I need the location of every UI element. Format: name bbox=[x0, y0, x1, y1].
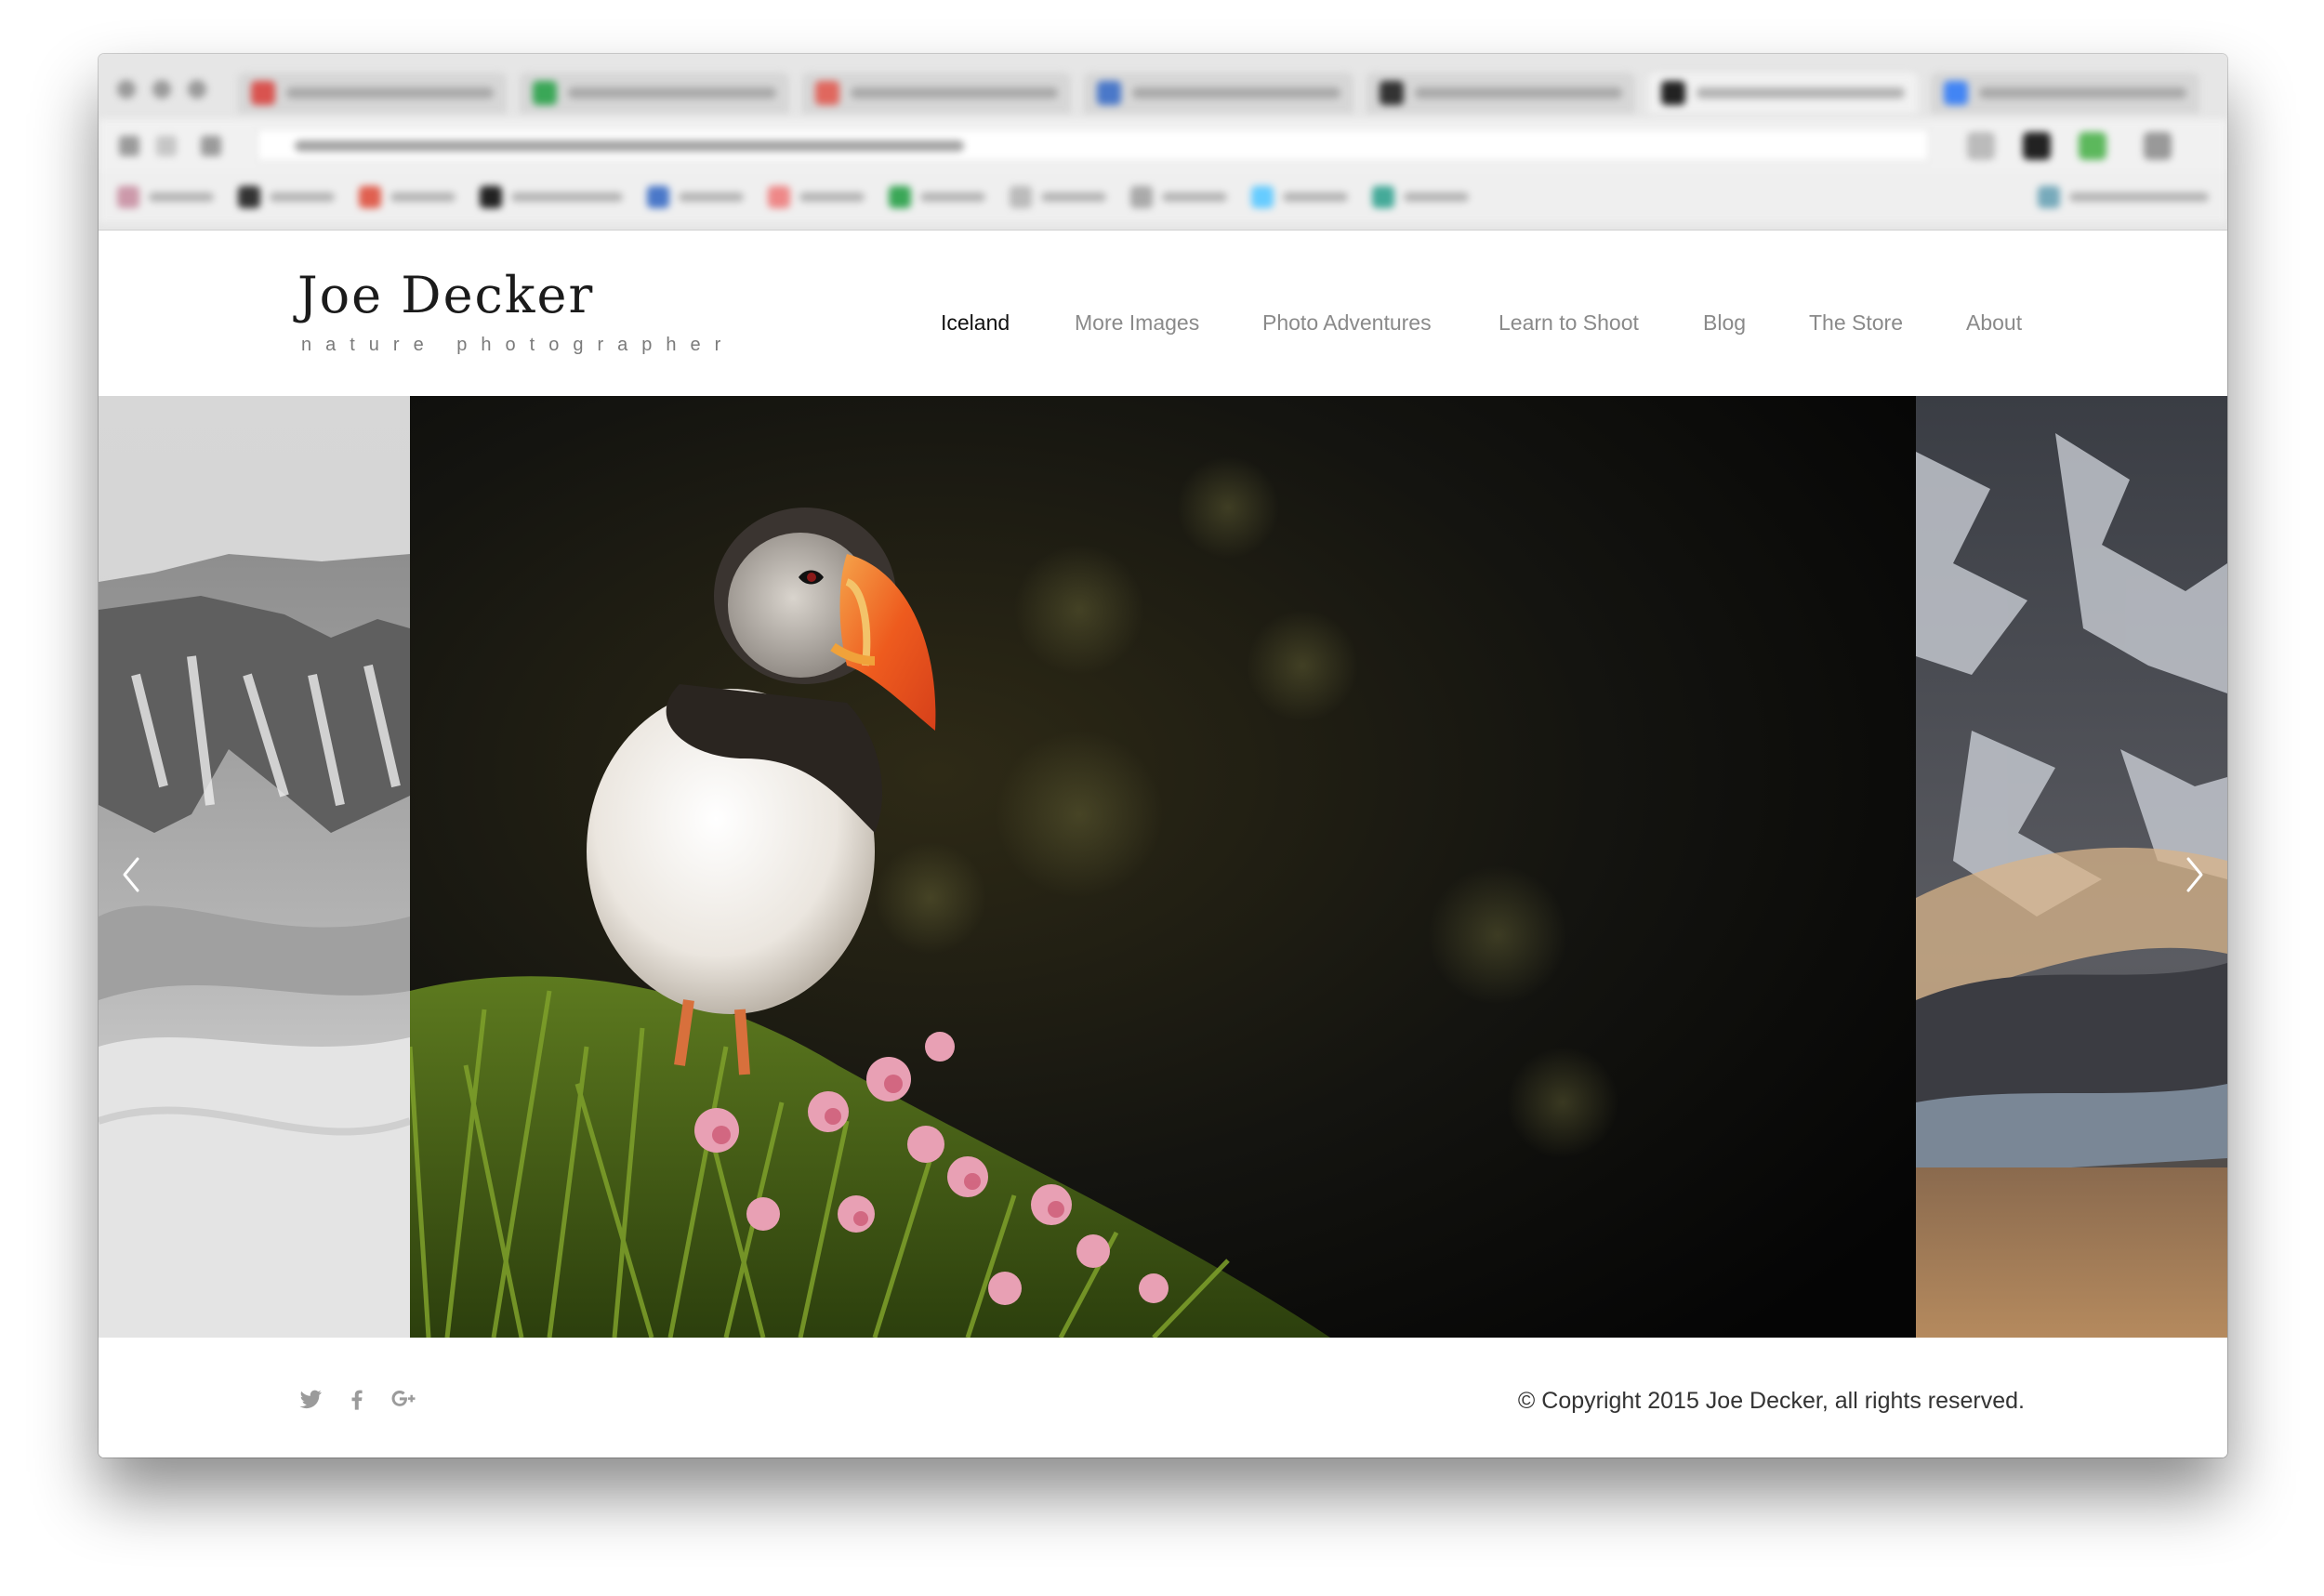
forward-icon[interactable] bbox=[156, 136, 177, 156]
slide-puffin[interactable] bbox=[410, 396, 1916, 1338]
bookmark[interactable] bbox=[647, 186, 744, 208]
browser-toolbar bbox=[99, 119, 2227, 171]
close-window-button[interactable] bbox=[117, 80, 136, 99]
browser-tab[interactable] bbox=[801, 73, 1072, 113]
chevron-right-icon bbox=[2186, 857, 2203, 892]
image-carousel bbox=[99, 396, 2227, 1338]
bookmark[interactable] bbox=[1010, 186, 1106, 208]
browser-tab-active[interactable] bbox=[1648, 73, 1918, 113]
nav-item-learn-to-shoot[interactable]: Learn to Shoot bbox=[1499, 310, 1639, 336]
nav-item-the-store[interactable]: The Store bbox=[1809, 310, 1903, 336]
site-header: Joe Decker nature photographer Iceland M… bbox=[99, 231, 2227, 396]
copyright-text: © Copyright 2015 Joe Decker, all rights … bbox=[1517, 1388, 2025, 1414]
bookmarks-bar bbox=[99, 171, 2227, 223]
browser-window: Joe Decker nature photographer Iceland M… bbox=[99, 54, 2227, 1458]
extension-icon[interactable] bbox=[2079, 132, 2106, 160]
puffin-image bbox=[410, 396, 1916, 1338]
bookmark[interactable] bbox=[117, 186, 214, 208]
google-plus-icon bbox=[391, 1391, 416, 1406]
reload-icon[interactable] bbox=[201, 136, 221, 156]
address-bar[interactable] bbox=[257, 128, 1930, 162]
twitter-icon bbox=[299, 1390, 322, 1409]
site-footer: © Copyright 2015 Joe Decker, all rights … bbox=[99, 1338, 2227, 1458]
bookmark[interactable] bbox=[1251, 186, 1348, 208]
twitter-link[interactable] bbox=[297, 1386, 324, 1412]
bookmark[interactable] bbox=[768, 186, 865, 208]
bookmark[interactable] bbox=[2038, 186, 2209, 208]
zoom-window-button[interactable] bbox=[188, 80, 206, 99]
tab-strip bbox=[238, 73, 2199, 113]
minimize-window-button[interactable] bbox=[152, 80, 171, 99]
browser-chrome bbox=[99, 54, 2227, 231]
extension-icon[interactable] bbox=[2023, 132, 2051, 160]
menu-icon[interactable] bbox=[2144, 132, 2172, 160]
browser-tab[interactable] bbox=[1366, 73, 1636, 113]
back-icon[interactable] bbox=[119, 136, 139, 156]
bookmark[interactable] bbox=[480, 186, 623, 208]
browser-tab[interactable] bbox=[1930, 73, 2199, 113]
chevron-left-icon bbox=[123, 857, 139, 892]
extension-icon[interactable] bbox=[1967, 132, 1995, 160]
nav-item-more-images[interactable]: More Images bbox=[1075, 310, 1199, 336]
bookmark[interactable] bbox=[889, 186, 985, 208]
window-controls[interactable] bbox=[117, 80, 206, 99]
facebook-icon bbox=[351, 1390, 363, 1410]
bookmark[interactable] bbox=[1372, 186, 1469, 208]
browser-tab[interactable] bbox=[520, 73, 789, 113]
carousel-next-button[interactable] bbox=[2175, 851, 2212, 898]
google-plus-link[interactable] bbox=[390, 1386, 416, 1412]
nav-item-iceland[interactable]: Iceland bbox=[941, 310, 1010, 336]
nav-item-photo-adventures[interactable]: Photo Adventures bbox=[1262, 310, 1432, 336]
nav-item-about[interactable]: About bbox=[1966, 310, 2022, 336]
nav-item-blog[interactable]: Blog bbox=[1703, 310, 1746, 336]
browser-tab[interactable] bbox=[1084, 73, 1353, 113]
bookmark[interactable] bbox=[238, 186, 335, 208]
main-nav: Iceland More Images Photo Adventures Lea… bbox=[99, 310, 2227, 348]
bookmark[interactable] bbox=[1130, 186, 1227, 208]
social-links bbox=[297, 1386, 416, 1412]
facebook-link[interactable] bbox=[344, 1386, 370, 1412]
carousel-prev-button[interactable] bbox=[113, 851, 151, 898]
browser-tab[interactable] bbox=[238, 73, 508, 113]
bookmark[interactable] bbox=[359, 186, 456, 208]
